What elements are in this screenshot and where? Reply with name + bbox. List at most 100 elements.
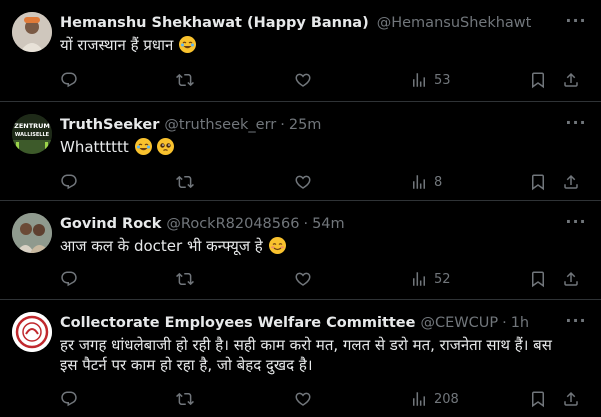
views-icon <box>410 390 428 408</box>
timestamp[interactable]: 1h <box>511 313 529 333</box>
avatar-text-line1: ZENTRUM <box>14 122 50 130</box>
separator: · <box>502 315 507 331</box>
reply-button[interactable] <box>60 172 78 192</box>
display-name[interactable]: Govind Rock <box>60 214 161 234</box>
separator: · <box>280 117 285 133</box>
more-icon[interactable]: ··· <box>565 214 587 235</box>
retweet-button[interactable] <box>176 269 194 289</box>
retweet-icon <box>176 71 194 89</box>
views-count: 52 <box>434 271 451 287</box>
tweet[interactable]: Hemanshu Shekhawat (Happy Banna) @Hemans… <box>0 0 601 102</box>
tweet-text: हर जगह धांधलेबाजी हो रही है। सही काम करो… <box>60 335 553 375</box>
avatar-image <box>12 12 52 52</box>
reply-icon <box>60 390 78 408</box>
views-count: 208 <box>434 391 459 407</box>
views-button[interactable]: 53 <box>410 70 451 90</box>
tweet-actions: 52 <box>58 269 589 289</box>
share-icon <box>562 173 580 191</box>
avatar-image: ZENTRUM WALLISELLE <box>12 114 52 154</box>
tweet-text: आज कल के docter भी कन्फ्यूज हे <box>60 236 581 256</box>
tweet-text-content: यों राजस्थान हैं प्रधान <box>60 36 174 54</box>
views-button[interactable]: 52 <box>410 269 451 289</box>
share-button[interactable] <box>562 389 580 409</box>
tweet-text-content: आज कल के docter भी कन्फ्यूज हे <box>60 237 263 255</box>
reply-icon <box>60 71 78 89</box>
user-handle[interactable]: @CEWCUP <box>420 313 498 333</box>
tweet-actions: 208 <box>58 389 589 409</box>
like-button[interactable] <box>294 389 312 409</box>
timeline-feed: Hemanshu Shekhawat (Happy Banna) @Hemans… <box>0 0 601 417</box>
face-with-tears-of-joy-icon <box>134 138 152 155</box>
more-icon[interactable]: ··· <box>565 115 587 136</box>
avatar[interactable] <box>12 213 52 253</box>
display-name[interactable]: Collectorate Employees Welfare Committee <box>60 313 415 333</box>
tweet-actions: 53 <box>58 70 589 90</box>
tweet-header: Collectorate Employees Welfare Committee… <box>60 313 531 333</box>
views-count: 8 <box>434 174 443 190</box>
tweet-text-content: Whatttttt <box>60 138 129 156</box>
timestamp[interactable]: 54m <box>312 214 345 234</box>
display-name[interactable]: TruthSeeker <box>60 115 159 135</box>
display-name[interactable]: Hemanshu Shekhawat (Happy Banna) <box>60 13 369 33</box>
views-count: 53 <box>434 72 451 88</box>
share-icon <box>562 270 580 288</box>
more-icon[interactable]: ··· <box>565 13 587 34</box>
like-button[interactable] <box>294 70 312 90</box>
avatar-text-line2: WALLISELLE <box>15 132 50 138</box>
views-button[interactable]: 208 <box>410 389 459 409</box>
bookmark-button[interactable] <box>529 269 547 289</box>
reply-button[interactable] <box>60 70 78 90</box>
retweet-icon <box>176 173 194 191</box>
bookmark-icon <box>529 173 547 191</box>
user-handle[interactable]: @HemansuShekhawt <box>377 13 531 33</box>
bookmark-icon <box>529 270 547 288</box>
more-icon[interactable]: ··· <box>565 313 587 334</box>
views-icon <box>410 71 428 89</box>
like-icon <box>294 173 312 191</box>
like-button[interactable] <box>294 269 312 289</box>
face-with-tears-of-joy-icon <box>179 36 197 53</box>
tweet-text-content: हर जगह धांधलेबाजी हो रही है। सही काम करो… <box>60 336 552 374</box>
like-icon <box>294 390 312 408</box>
views-button[interactable]: 8 <box>410 172 442 192</box>
share-button[interactable] <box>562 70 580 90</box>
reply-icon <box>60 173 78 191</box>
tweet-text: यों राजस्थान हैं प्रधान <box>60 35 581 55</box>
bookmark-icon <box>529 390 547 408</box>
views-icon <box>410 173 428 191</box>
smiling-face-icon <box>268 237 286 254</box>
avatar[interactable] <box>12 312 52 352</box>
avatar-image <box>12 312 52 352</box>
bookmark-button[interactable] <box>529 70 547 90</box>
retweet-button[interactable] <box>176 172 194 192</box>
bookmark-button[interactable] <box>529 172 547 192</box>
user-handle[interactable]: @RockR82048566 <box>166 214 299 234</box>
avatar[interactable] <box>12 12 52 52</box>
share-icon <box>562 390 580 408</box>
timestamp[interactable]: 25m <box>289 115 322 135</box>
reply-button[interactable] <box>60 269 78 289</box>
like-button[interactable] <box>294 172 312 192</box>
reply-button[interactable] <box>60 389 78 409</box>
tweet[interactable]: Collectorate Employees Welfare Committee… <box>0 300 601 417</box>
share-button[interactable] <box>562 172 580 192</box>
tweet[interactable]: Govind Rock @RockR82048566 · 54m ··· आज … <box>0 201 601 300</box>
like-icon <box>294 270 312 288</box>
share-button[interactable] <box>562 269 580 289</box>
avatar[interactable]: ZENTRUM WALLISELLE <box>12 114 52 154</box>
separator: · <box>303 216 309 232</box>
tweet-header: Govind Rock @RockR82048566 · 54m <box>60 214 531 234</box>
retweet-icon <box>176 390 194 408</box>
like-icon <box>294 71 312 89</box>
avatar-image <box>12 213 52 253</box>
share-icon <box>562 71 580 89</box>
tweet-text: Whatttttt <box>60 137 581 157</box>
retweet-icon <box>176 270 194 288</box>
tweet-header: Hemanshu Shekhawat (Happy Banna) @Hemans… <box>60 13 531 33</box>
bookmark-button[interactable] <box>529 389 547 409</box>
retweet-button[interactable] <box>176 389 194 409</box>
retweet-button[interactable] <box>176 70 194 90</box>
user-handle[interactable]: @truthseek_err <box>164 115 276 135</box>
tweet-header: TruthSeeker @truthseek_err · 25m <box>60 115 531 135</box>
tweet[interactable]: ZENTRUM WALLISELLE TruthSeeker @truthsee… <box>0 102 601 201</box>
